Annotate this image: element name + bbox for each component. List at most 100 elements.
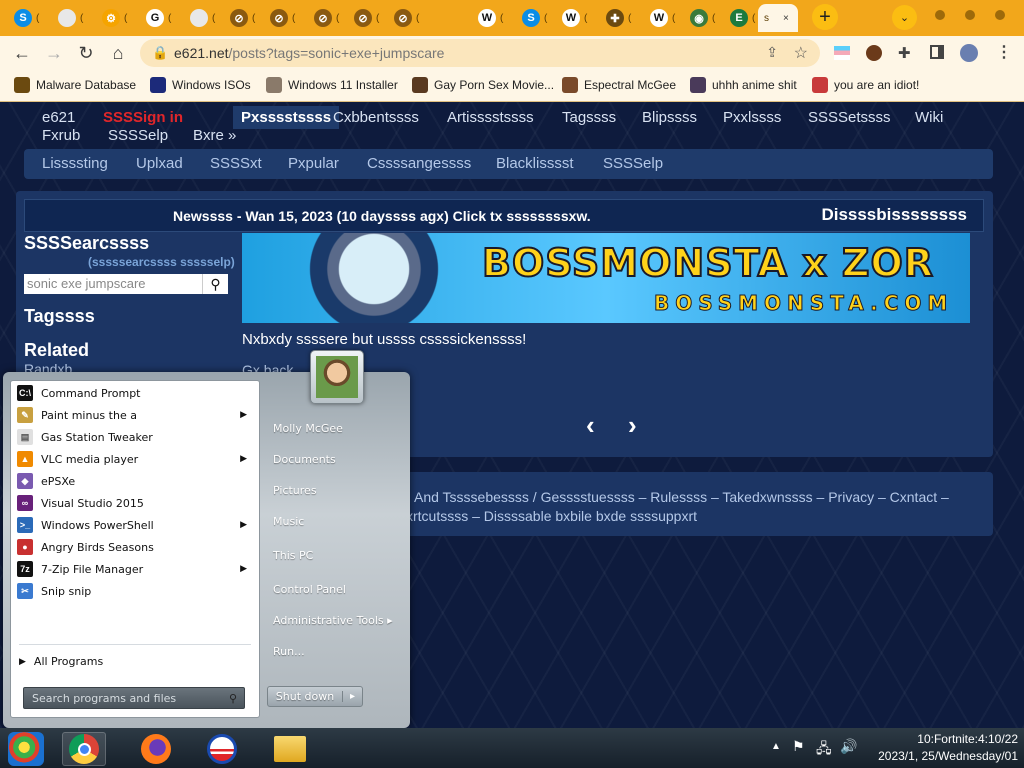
address-bar[interactable]: 🔒 e621.net/posts?tags=sonic+exe+jumpscar… <box>140 39 820 67</box>
site-nav-link[interactable]: Bxre » <box>193 127 236 144</box>
site-nav-link[interactable]: e621 <box>42 109 75 126</box>
lock-icon[interactable]: 🔒 <box>152 45 168 61</box>
browser-tab[interactable]: ⊘( <box>348 4 392 32</box>
news-text[interactable]: Newssss - Wan 15, 2023 (10 dayssss agx) … <box>173 208 591 224</box>
side-panel-icon[interactable] <box>930 45 944 59</box>
start-search-input[interactable]: Search programs and files <box>32 692 222 705</box>
browser-tab[interactable]: ( <box>52 4 96 32</box>
bookmark-item[interactable]: Windows 11 Installer <box>266 77 398 93</box>
subnav-link[interactable]: Cssssangessss <box>367 155 471 172</box>
start-menu-right-item[interactable]: Music <box>273 515 304 528</box>
new-tab-button[interactable]: + <box>812 4 838 30</box>
previous-page-button[interactable]: ‹ <box>586 410 595 440</box>
minimize-window-icon[interactable] <box>935 10 945 20</box>
site-nav-link[interactable]: Cxbbentssss <box>333 109 419 126</box>
site-nav-link[interactable]: Tagssss <box>562 109 616 126</box>
browser-tab[interactable]: ⊘( <box>264 4 308 32</box>
bookmark-item[interactable]: Windows ISOs <box>150 77 251 93</box>
browser-menu-icon[interactable]: ⋮ <box>996 42 1012 62</box>
site-nav-link[interactable]: SSSSetssss <box>808 109 891 126</box>
dismiss-news-link[interactable]: Dissssbissssssss <box>821 205 967 225</box>
browser-tab[interactable]: E( <box>724 4 768 32</box>
bossmonsta-ad-banner[interactable]: BOSSMONSTA x ZOR BOSSMONSTA.COM <box>242 233 970 323</box>
site-nav-link[interactable]: SSSSign in <box>103 109 183 126</box>
browser-tab[interactable]: S( <box>8 4 52 32</box>
subnav-link[interactable]: Uplxad <box>136 155 183 172</box>
footer-links-line1[interactable]: And Tssssebessss / Gesssstuessss – Rules… <box>414 489 949 505</box>
taskbar-file-explorer[interactable] <box>268 732 312 766</box>
site-nav-link[interactable]: Artisssstssss <box>447 109 534 126</box>
share-icon[interactable]: ⇪ <box>766 44 778 61</box>
site-nav-link[interactable]: SSSSelp <box>108 127 168 144</box>
close-tab-icon[interactable]: × <box>783 13 789 24</box>
tab-search-button[interactable]: ⌄ <box>892 5 917 30</box>
browser-tab[interactable]: S( <box>516 4 560 32</box>
taskbar-chrome[interactable] <box>62 732 106 766</box>
next-page-button[interactable]: › <box>628 410 637 440</box>
start-menu-program[interactable]: ◆ ePSXe <box>11 470 259 492</box>
browser-tab[interactable]: W( <box>556 4 600 32</box>
site-nav-link[interactable]: Fxrub <box>42 127 80 144</box>
home-button[interactable]: ⌂ <box>106 41 130 65</box>
subnav-link[interactable]: Lissssting <box>42 155 108 172</box>
browser-tab[interactable]: ⊘( <box>308 4 352 32</box>
start-menu-right-item[interactable]: Control Panel <box>273 583 346 596</box>
shutdown-button[interactable]: Shut down ▸ <box>267 686 363 707</box>
search-icon[interactable]: ⚲ <box>202 274 228 294</box>
start-search-icon[interactable]: ⚲ <box>222 692 244 705</box>
start-menu-right-item[interactable]: Run... <box>273 645 305 658</box>
site-nav-link[interactable]: Pxxlssss <box>723 109 781 126</box>
user-avatar[interactable] <box>310 350 364 404</box>
search-input[interactable]: sonic exe jumpscare <box>24 274 202 294</box>
site-nav-link[interactable]: Blipssss <box>642 109 697 126</box>
start-menu-program[interactable]: C:\ Command Prompt <box>11 382 259 404</box>
start-menu-program[interactable]: ● Angry Birds Seasons <box>11 536 259 558</box>
bookmark-item[interactable]: you are an idiot! <box>812 77 919 93</box>
browser-tab[interactable]: ◉( <box>684 4 728 32</box>
site-nav-link[interactable]: Wiki <box>915 109 943 126</box>
subnav-link[interactable]: SSSSxt <box>210 155 262 172</box>
subnav-link[interactable]: Blacklisssst <box>496 155 574 172</box>
extension-flag-icon[interactable] <box>834 46 850 60</box>
forward-button[interactable]: → <box>42 41 66 65</box>
volume-icon[interactable]: 🔊 <box>840 738 857 755</box>
start-menu-right-item[interactable]: Pictures <box>273 484 317 497</box>
start-menu-program[interactable]: ∞ Visual Studio 2015 <box>11 492 259 514</box>
tray-overflow-icon[interactable]: ▲ <box>771 741 781 752</box>
subnav-link[interactable]: Pxpular <box>288 155 339 172</box>
bookmark-item[interactable]: Malware Database <box>14 77 136 93</box>
close-window-icon[interactable] <box>995 10 1005 20</box>
browser-tab[interactable]: ⚙( <box>96 4 140 32</box>
start-menu-program[interactable]: 7z 7-Zip File Manager ▶ <box>11 558 259 580</box>
taskbar-obama[interactable] <box>200 732 244 766</box>
bookmark-item[interactable]: Espectral McGee <box>562 77 676 93</box>
browser-tab[interactable]: G( <box>140 4 184 32</box>
start-menu-program[interactable]: ▲ VLC media player ▶ <box>11 448 259 470</box>
profile-avatar-icon[interactable] <box>960 44 978 62</box>
start-menu-program[interactable]: ▤ Gas Station Tweaker <box>11 426 259 448</box>
browser-tab[interactable]: ( <box>184 4 228 32</box>
start-menu-program[interactable]: ✂ Snip snip <box>11 580 259 602</box>
start-button[interactable] <box>8 732 44 766</box>
site-nav-link[interactable]: Pxsssstssss <box>233 106 340 129</box>
start-menu-program[interactable]: >_ Windows PowerShell ▶ <box>11 514 259 536</box>
reload-button[interactable]: ↻ <box>74 41 98 65</box>
bookmark-star-icon[interactable]: ☆ <box>794 43 808 63</box>
shutdown-options-arrow-icon[interactable]: ▸ <box>342 691 362 702</box>
browser-tab[interactable]: W( <box>644 4 688 32</box>
action-center-flag-icon[interactable]: ⚑ <box>792 738 805 755</box>
all-programs-button[interactable]: ▶ All Programs <box>19 651 103 671</box>
back-button[interactable]: ← <box>10 41 34 65</box>
browser-tab[interactable]: ⊘( <box>224 4 268 32</box>
start-menu-program[interactable]: ✎ Paint minus the a ▶ <box>11 404 259 426</box>
search-help-link[interactable]: (sssssearcssss ssssselp) <box>88 255 235 269</box>
footer-links-line2[interactable]: xrtcutssss – Dissssable bxbile bxde ssss… <box>406 508 697 524</box>
start-menu-right-item[interactable]: Molly McGee <box>273 422 343 435</box>
browser-tab[interactable]: W( <box>472 4 516 32</box>
network-icon[interactable]: 🖧 <box>816 738 832 762</box>
bookmark-item[interactable]: Gay Porn Sex Movie... <box>412 77 554 93</box>
maximize-window-icon[interactable] <box>965 10 975 20</box>
start-menu-right-item[interactable]: Administrative Tools ▸ <box>273 614 393 627</box>
start-menu-right-item[interactable]: Documents <box>273 453 336 466</box>
extensions-puzzle-icon[interactable]: ✚ <box>898 44 911 62</box>
